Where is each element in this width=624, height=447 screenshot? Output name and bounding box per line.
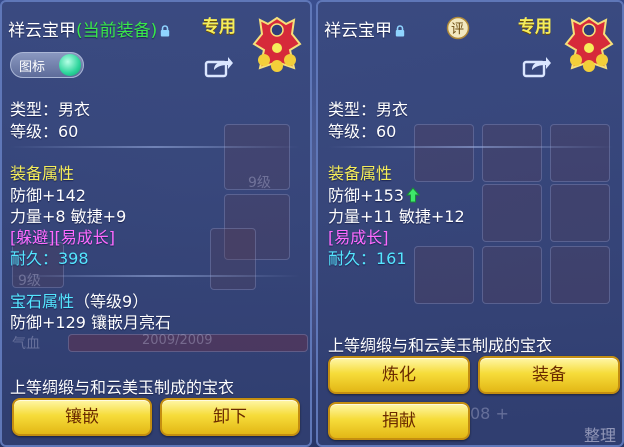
icon-toggle[interactable]: 图标 xyxy=(10,52,84,78)
unequip-button[interactable]: 卸下 xyxy=(160,398,300,436)
ghost-slot xyxy=(550,246,610,304)
ghost-hp-text: 2009/2009 xyxy=(142,333,213,348)
item-title: 祥云宝甲 xyxy=(324,16,405,41)
durability: 耐久：398 xyxy=(10,249,89,268)
ghost-hp-label: 气血 xyxy=(12,336,40,352)
durability: 耐久：161 xyxy=(328,249,407,268)
attr-header: 装备属性 xyxy=(10,164,75,183)
item-description: 上等绸缎与和云美玉制成的宝衣 xyxy=(10,378,235,397)
item-level: 等级：60 xyxy=(10,122,79,141)
ghost-slot xyxy=(550,184,610,242)
rating-badge-label: 评 xyxy=(451,22,465,37)
inlay-button[interactable]: 镶嵌 xyxy=(12,398,152,436)
gem-effect: 防御+129 镶嵌月亮石 xyxy=(10,313,172,332)
compare-item-tooltip: 08 + 整理 祥云宝甲 评 专用 类型：男衣 等级：60 装备属性 防御+15… xyxy=(316,0,624,447)
equip-button[interactable]: 装备 xyxy=(478,356,620,394)
ghost-slot-level: 9级 xyxy=(248,175,271,191)
exclusive-label: 专用 xyxy=(202,17,236,37)
ghost-count: 08 + xyxy=(470,404,509,423)
item-name: 祥云宝甲 xyxy=(8,21,76,41)
divider xyxy=(10,275,300,277)
item-level: 等级：60 xyxy=(328,122,397,141)
lock-icon xyxy=(161,25,170,37)
ghost-slot-level: 9级 xyxy=(18,273,41,289)
ghost-slot xyxy=(414,124,474,182)
share-icon[interactable] xyxy=(522,54,552,78)
item-title: 祥云宝甲(当前装备) xyxy=(8,16,170,41)
armor-item-icon[interactable] xyxy=(554,8,624,78)
ghost-slot xyxy=(550,124,610,182)
arrow-up-icon xyxy=(405,187,420,203)
ghost-slot xyxy=(482,246,542,304)
icon-toggle-label: 图标 xyxy=(19,60,46,75)
toggle-knob xyxy=(59,54,81,76)
exclusive-label: 专用 xyxy=(518,17,552,37)
ghost-sort: 整理 xyxy=(584,426,617,445)
item-name: 祥云宝甲 xyxy=(324,21,392,41)
armor-item-icon[interactable] xyxy=(242,8,312,78)
ghost-slot xyxy=(210,228,256,290)
equipped-label: (当前装备) xyxy=(76,21,158,41)
donate-button[interactable]: 捐献 xyxy=(328,402,470,440)
item-description: 上等绸缎与和云美玉制成的宝衣 xyxy=(328,336,553,355)
item-type: 类型：男衣 xyxy=(10,100,91,119)
lock-icon xyxy=(395,25,405,37)
share-icon[interactable] xyxy=(204,54,234,78)
item-type: 类型：男衣 xyxy=(328,100,409,119)
refine-button[interactable]: 炼化 xyxy=(328,356,470,394)
equipped-item-tooltip: 9级 9级 2009/2009 气血 祥云宝甲(当前装备) 专用 图标 类型：男… xyxy=(0,0,312,447)
attr-header: 装备属性 xyxy=(328,164,393,183)
ghost-slot xyxy=(482,124,542,182)
ghost-slot xyxy=(414,246,474,304)
ghost-slot xyxy=(482,184,542,242)
divider xyxy=(328,146,614,148)
divider xyxy=(10,146,300,148)
